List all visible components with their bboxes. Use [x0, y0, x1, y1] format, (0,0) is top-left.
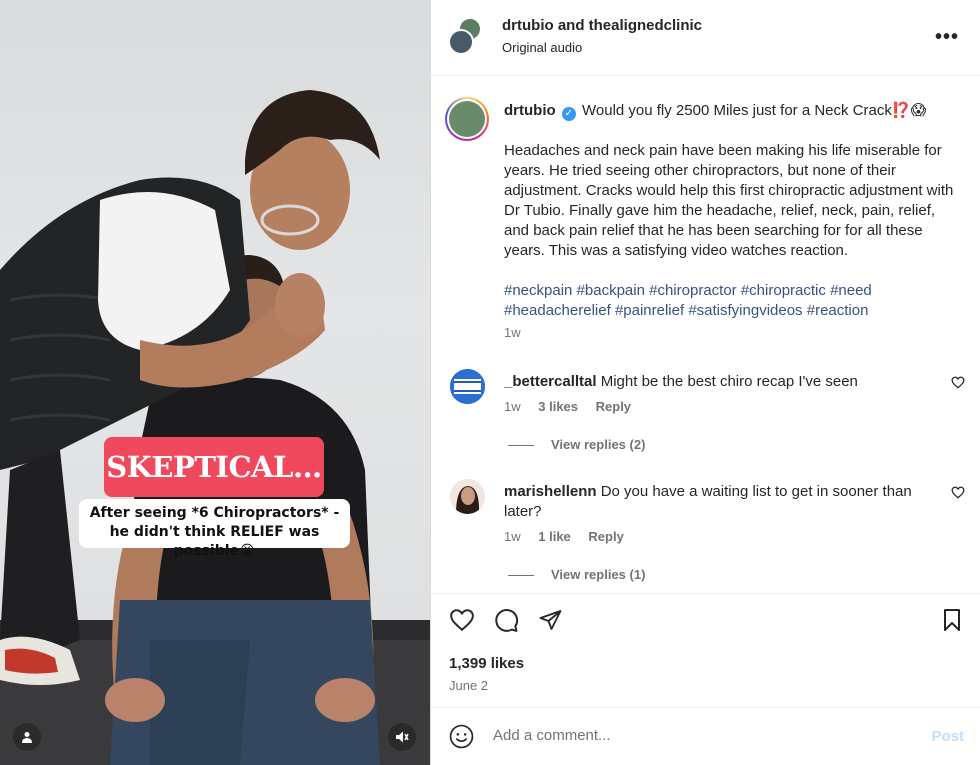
save-bookmark-icon[interactable] [941, 608, 963, 632]
post-comment-button[interactable]: Post [931, 728, 964, 745]
view-replies-button[interactable]: View replies (1) [508, 567, 645, 582]
hashtag-link[interactable]: #headacherelief [504, 302, 611, 319]
caption-title: Would you fly 2500 Miles just for a Neck… [577, 102, 927, 119]
comment-like-heart-icon[interactable] [951, 376, 965, 389]
caption-username[interactable]: drtubio [504, 102, 556, 119]
author-avatar[interactable] [445, 97, 489, 141]
avatar [448, 29, 474, 55]
comment-age[interactable]: 1w [504, 399, 521, 414]
comment-text: marishellenn Do you have a waiting list … [504, 482, 944, 522]
hashtag-link[interactable]: #need [830, 282, 872, 299]
comment-input[interactable] [493, 727, 913, 744]
comment-likes[interactable]: 3 likes [538, 399, 578, 414]
caption-description: Headaches and neck pain have been making… [504, 142, 954, 259]
divider [508, 445, 534, 447]
comment-meta: 1w 3 likes Reply [504, 399, 631, 414]
share-paper-plane-icon[interactable] [538, 608, 563, 632]
post-actions: 1,399 likes June 2 [431, 593, 980, 707]
comments-section[interactable]: drtubio ✓ Would you fly 2500 Miles just … [431, 77, 980, 593]
post-details-panel: drtubio and thealignedclinic Original au… [430, 0, 980, 765]
post-video[interactable]: SKEPTICAL... After seeing *6 Chiropracto… [0, 0, 430, 765]
user-tag-icon [22, 732, 32, 743]
comment-composer: Post [431, 707, 980, 765]
more-options-icon[interactable]: ••• [935, 26, 959, 49]
comment-age[interactable]: 1w [504, 529, 521, 544]
comment-meta: 1w 1 like Reply [504, 529, 624, 544]
view-replies-label: View replies (1) [551, 567, 646, 582]
hashtag-link[interactable]: #satisfyingvideos [688, 302, 802, 319]
video-caption-subtitle: After seeing *6 Chiropractors* - he didn… [79, 499, 350, 559]
hashtag-link[interactable]: #chiropractor [649, 282, 737, 299]
audio-link[interactable]: Original audio [502, 40, 582, 55]
comment-bubble-icon[interactable] [494, 608, 519, 633]
avatar[interactable] [450, 369, 485, 404]
post-age[interactable]: 1w [504, 325, 521, 340]
flag-avatar-icon [450, 369, 485, 404]
post-caption: drtubio ✓ Would you fly 2500 Miles just … [504, 101, 964, 321]
hashtag-link[interactable]: #painrelief [615, 302, 684, 319]
comment-like-heart-icon[interactable] [951, 486, 965, 499]
post-authors[interactable]: drtubio and thealignedclinic [502, 17, 702, 34]
view-replies-label: View replies (2) [551, 437, 646, 452]
view-replies-button[interactable]: View replies (2) [508, 437, 645, 452]
caption-hashtags: #neckpain #backpain #chiropractor #chiro… [504, 281, 964, 321]
hashtag-link[interactable]: #neckpain [504, 282, 572, 299]
mute-toggle-button[interactable] [388, 723, 416, 751]
comment-username[interactable]: _bettercalltal [504, 373, 597, 390]
hashtag-link[interactable]: #chiropractic [741, 282, 826, 299]
divider [508, 575, 534, 577]
hashtag-link[interactable]: #reaction [807, 302, 869, 319]
comment-body: Might be the best chiro recap I've seen [600, 373, 858, 390]
emoji-smiley-icon[interactable] [449, 724, 474, 749]
avatar[interactable] [450, 479, 485, 514]
comment-likes[interactable]: 1 like [538, 529, 571, 544]
like-heart-icon[interactable] [449, 608, 475, 632]
video-caption-title: SKEPTICAL... [104, 437, 324, 497]
likes-count[interactable]: 1,399 likes [449, 655, 524, 672]
verified-badge-icon: ✓ [561, 107, 576, 121]
hashtag-link[interactable]: #backpain [577, 282, 645, 299]
reply-button[interactable]: Reply [588, 529, 623, 544]
profile-photo-icon [450, 479, 485, 514]
video-frame [0, 90, 430, 765]
post-date[interactable]: June 2 [449, 678, 488, 693]
mute-icon [396, 731, 409, 743]
comment-username[interactable]: marishellenn [504, 483, 597, 500]
collab-avatars[interactable] [448, 17, 488, 57]
tagged-users-button[interactable] [13, 723, 41, 751]
reply-button[interactable]: Reply [596, 399, 631, 414]
comment-text: _bettercalltal Might be the best chiro r… [504, 372, 944, 392]
post-header: drtubio and thealignedclinic Original au… [431, 0, 980, 76]
